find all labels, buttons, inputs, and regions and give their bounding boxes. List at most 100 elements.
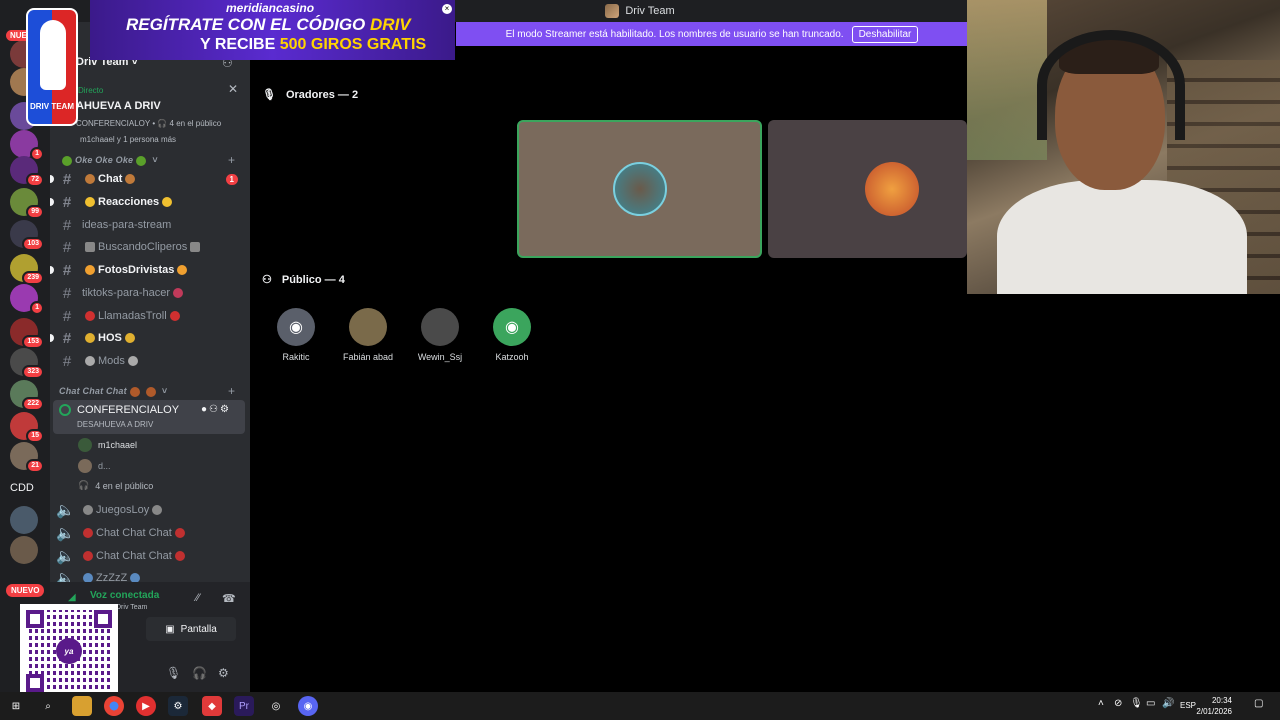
channel-ideas-para-stream[interactable]: # ideas-para-stream bbox=[58, 214, 244, 236]
driv-team-logo: DRIV TEAM bbox=[26, 8, 78, 126]
search-icon[interactable]: ⌕ bbox=[38, 696, 58, 716]
headphones-icon[interactable]: 🎧 bbox=[192, 666, 207, 680]
notifications-icon[interactable]: ▢ bbox=[1254, 698, 1263, 709]
close-icon[interactable]: × bbox=[442, 4, 452, 14]
yape-logo-icon: ya bbox=[56, 638, 82, 664]
window-title: Driv Team bbox=[625, 5, 675, 17]
microphone-icon[interactable]: 🎙 bbox=[1130, 698, 1143, 709]
streamer-mode-text: El modo Streamer está habilitado. Los no… bbox=[505, 28, 844, 40]
server-icon-9[interactable]: 1 bbox=[10, 284, 44, 315]
server-icon-14[interactable]: 21 bbox=[10, 442, 44, 473]
close-icon[interactable]: ✕ bbox=[228, 82, 238, 96]
server-icon-16[interactable] bbox=[10, 536, 38, 564]
chrome-icon[interactable] bbox=[104, 696, 124, 716]
server-icon-13[interactable]: 15 bbox=[10, 412, 44, 443]
unread-badge: 1 bbox=[30, 301, 44, 315]
server-icon-4[interactable]: 1 bbox=[10, 130, 44, 161]
server-icon-10[interactable]: 153 bbox=[10, 318, 44, 349]
server-icon-8[interactable]: 239 bbox=[10, 254, 44, 285]
speakers-heading: 🎙 Oradores — 2 bbox=[262, 88, 359, 102]
voice-channel-juegosloy[interactable]: 🔈 JuegosLoy bbox=[56, 499, 242, 521]
channel-reacciones[interactable]: # Reacciones bbox=[50, 191, 244, 213]
channel-buscandocliperos[interactable]: # BuscandoCliperos bbox=[58, 236, 244, 258]
network-icon[interactable]: ▭ bbox=[1146, 698, 1155, 709]
new-servers-pill[interactable]: NUEVO bbox=[6, 584, 45, 597]
unread-badge: 103 bbox=[22, 237, 44, 251]
channel-mods[interactable]: # Mods bbox=[58, 350, 244, 372]
noise-suppression-icon[interactable]: ⁄⁄ bbox=[196, 592, 200, 604]
voice-status: Voz conectada bbox=[90, 590, 160, 601]
chevron-up-icon[interactable]: ˄ bbox=[1098, 698, 1104, 709]
voice-channel-chat-1[interactable]: 🔈 Chat Chat Chat bbox=[56, 522, 242, 544]
server-icon-11[interactable]: 323 bbox=[10, 348, 44, 379]
member-name: Fabián abad bbox=[342, 352, 394, 362]
app-icon[interactable]: ◆ bbox=[202, 696, 222, 716]
unread-badge: 99 bbox=[26, 205, 44, 219]
live-stage-card[interactable]: Directo AHUEVA A DRIV CONFERENCIALOY • 🎧… bbox=[50, 78, 250, 152]
audience-member[interactable]: Wewin_Ssj bbox=[410, 308, 470, 362]
add-channel-icon[interactable]: + bbox=[228, 153, 235, 167]
settings-icon[interactable]: ⚙ bbox=[220, 404, 231, 415]
disable-streamer-mode-button[interactable]: Deshabilitar bbox=[851, 25, 919, 43]
server-icon-15[interactable] bbox=[10, 506, 38, 534]
premiere-icon[interactable]: Pr bbox=[234, 696, 254, 716]
media-player-icon[interactable]: ▶ bbox=[136, 696, 156, 716]
add-channel-icon[interactable]: + bbox=[228, 384, 235, 398]
server-icon-6[interactable]: 99 bbox=[10, 188, 44, 219]
volume-icon[interactable]: 🔊 bbox=[1162, 698, 1174, 709]
settings-icon[interactable]: ⚙ bbox=[218, 666, 229, 680]
file-explorer-icon[interactable] bbox=[72, 696, 92, 716]
obs-icon[interactable]: ◎ bbox=[266, 696, 286, 716]
unread-indicator bbox=[50, 334, 54, 342]
windows-start-icon[interactable]: ⊞ bbox=[6, 696, 26, 716]
audience-member[interactable]: ◉ Katzooh bbox=[482, 308, 542, 362]
unread-badge: 323 bbox=[22, 365, 44, 379]
unread-badge: 21 bbox=[26, 459, 44, 473]
invite-icon[interactable]: ⚇ bbox=[209, 404, 220, 415]
voice-user[interactable]: m1chaael bbox=[78, 438, 137, 452]
clock[interactable]: 20:34 2/01/2026 bbox=[1196, 695, 1232, 717]
disconnect-icon[interactable]: ☎ bbox=[222, 592, 236, 605]
chat-icon[interactable]: ● bbox=[201, 404, 209, 415]
voice-user[interactable]: d... bbox=[78, 459, 111, 473]
category-chat[interactable]: Chat Chat Chat ˅ bbox=[59, 386, 167, 397]
discord-taskbar-icon[interactable]: ◉ bbox=[298, 696, 318, 716]
qr-finder bbox=[26, 674, 44, 692]
server-icon-5[interactable]: 72 bbox=[10, 156, 44, 187]
channel-fotosdrivistas[interactable]: # FotosDrivistas bbox=[50, 259, 244, 281]
voice-channel-actions[interactable]: ●⚇⚙ bbox=[201, 404, 231, 415]
language-indicator[interactable]: ESP bbox=[1180, 701, 1196, 710]
server-icon bbox=[605, 4, 620, 18]
audience-member[interactable]: ◉ Rakitic bbox=[266, 308, 326, 362]
speaker-icon: 🔈 bbox=[56, 548, 75, 565]
speaker-tile[interactable] bbox=[517, 120, 762, 258]
server-icon-7[interactable]: 103 bbox=[10, 220, 44, 251]
hash-icon: # bbox=[62, 170, 72, 188]
yape-qr-code: ya bbox=[20, 604, 118, 698]
channel-llamadastroll[interactable]: # LlamadasTroll bbox=[58, 305, 244, 327]
steam-icon[interactable]: ⚙ bbox=[168, 696, 188, 716]
camera-off-icon[interactable]: ⊘ bbox=[1114, 698, 1122, 709]
channel-hos[interactable]: # HOS bbox=[50, 327, 244, 349]
qr-finder bbox=[26, 610, 44, 628]
channel-tiktoks-para-hacer[interactable]: # tiktoks-para-hacer bbox=[58, 282, 244, 304]
hash-icon: # bbox=[62, 352, 72, 370]
discord-icon: ◉ bbox=[277, 308, 315, 346]
microphone-icon[interactable]: 🎙 bbox=[166, 666, 181, 680]
voice-channel-chat-2[interactable]: 🔈 Chat Chat Chat bbox=[56, 545, 242, 567]
sponsor-line-1: REGÍTRATE CON EL CÓDIGO DRIV bbox=[126, 15, 411, 34]
server-icon-12[interactable]: 222 bbox=[10, 380, 44, 411]
server-text-cdd[interactable]: CDD bbox=[10, 482, 34, 494]
hash-icon: # bbox=[62, 216, 72, 234]
hash-icon: # bbox=[62, 238, 72, 256]
channel-chat[interactable]: # Chat 1 bbox=[50, 168, 244, 190]
mention-badge: 1 bbox=[225, 173, 238, 185]
stage-title: AHUEVA A DRIV bbox=[76, 100, 161, 112]
voice-channel-topic: DESAHUEVA A DRIV bbox=[77, 420, 154, 429]
voice-channel-active[interactable]: CONFERENCIALOY DESAHUEVA A DRIV ●⚇⚙ bbox=[53, 400, 245, 434]
screen-share-button[interactable]: ▣ Pantalla bbox=[146, 617, 236, 641]
speaker-tile[interactable] bbox=[768, 120, 967, 258]
category-oke[interactable]: Oke Oke Oke ˅ bbox=[59, 155, 157, 166]
streamer-shirt bbox=[997, 180, 1247, 294]
audience-member[interactable]: Fabián abad bbox=[338, 308, 398, 362]
